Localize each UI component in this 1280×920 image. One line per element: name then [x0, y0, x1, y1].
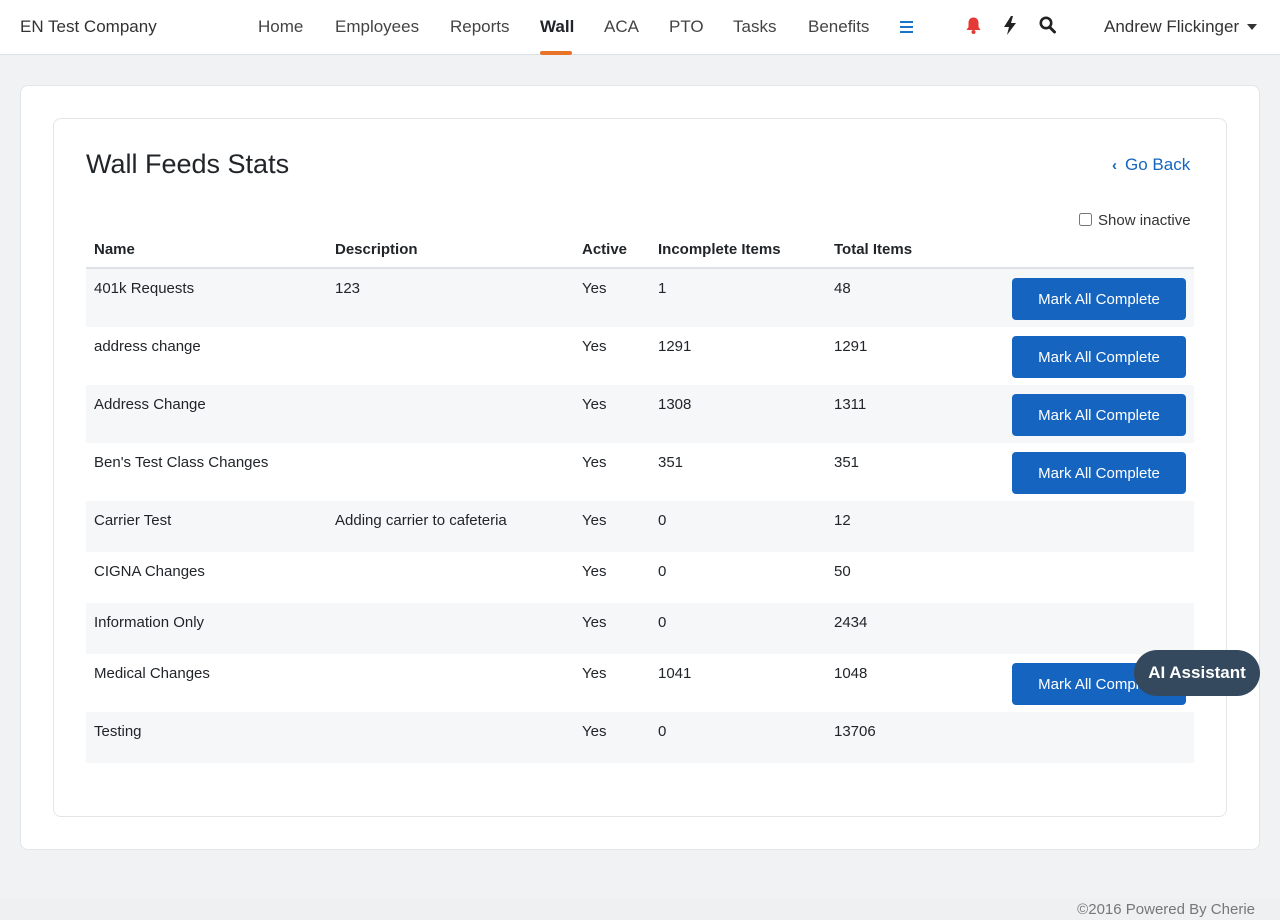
ai-assistant-button[interactable]: AI Assistant [1134, 650, 1260, 696]
cell-name: CIGNA Changes [94, 563, 205, 580]
table-row: Information Only Yes 0 2434 [86, 603, 1194, 654]
cell-name: address change [94, 338, 201, 355]
cell-incomplete-items: 0 [658, 563, 667, 580]
footer: ©2016 Powered By Cherie [0, 898, 1280, 920]
cell-total-items: 1291 [834, 338, 868, 355]
nav-tasks[interactable]: Tasks [733, 17, 776, 37]
column-header-description[interactable]: Description [335, 241, 418, 258]
cell-total-items: 351 [834, 454, 860, 471]
cell-active: Yes [582, 512, 607, 529]
cell-active: Yes [582, 280, 607, 297]
nav-pto[interactable]: PTO [669, 17, 704, 37]
page-title: Wall Feeds Stats [86, 149, 290, 179]
cell-incomplete-items: 0 [658, 512, 667, 529]
chevron-left-icon: ‹ [1112, 157, 1117, 174]
cell-incomplete-items: 1 [658, 280, 667, 297]
cell-total-items: 1311 [834, 396, 867, 413]
nav-employees[interactable]: Employees [335, 17, 419, 37]
cell-name: Ben's Test Class Changes [94, 454, 269, 471]
footer-copyright: ©2016 Powered By Cherie [1077, 901, 1255, 918]
cell-name: 401k Requests [94, 280, 195, 297]
cell-incomplete-items: 1291 [658, 338, 692, 355]
mark-all-complete-button[interactable]: Mark All Complete [1012, 278, 1186, 320]
cell-total-items: 2434 [834, 614, 868, 631]
column-header-incomplete-items[interactable]: Incomplete Items [658, 241, 781, 258]
active-nav-indicator [540, 51, 572, 55]
column-header-total-items[interactable]: Total Items [834, 241, 912, 258]
cell-incomplete-items: 1308 [658, 396, 692, 413]
table-row: Address Change Yes 1308 1311 Mark All Comple… [86, 385, 1194, 443]
table-row: address change Yes 1291 1291 Mark All Comple… [86, 327, 1194, 385]
cell-active: Yes [582, 338, 607, 355]
wall-feeds-table: Name Description Active Incomplete Items… [86, 232, 1194, 763]
table-header: Name Description Active Incomplete Items… [86, 232, 1194, 269]
show-inactive-toggle[interactable]: Show inactive [1079, 212, 1191, 229]
nav-home[interactable]: Home [258, 17, 303, 37]
cell-active: Yes [582, 396, 607, 413]
table-row: Testing Yes 0 13706 [86, 712, 1194, 763]
nav-benefits[interactable]: Benefits [808, 17, 869, 37]
cell-incomplete-items: 0 [658, 614, 667, 631]
cell-active: Yes [582, 454, 607, 471]
show-inactive-label: Show inactive [1098, 212, 1191, 229]
cell-name: Medical Changes [94, 665, 210, 682]
user-menu[interactable]: Andrew Flickinger [1104, 17, 1239, 37]
nav-aca[interactable]: ACA [604, 17, 639, 37]
column-header-active[interactable]: Active [582, 241, 627, 258]
cell-name: Carrier Test [94, 512, 172, 529]
bell-icon[interactable] [965, 16, 982, 40]
table-row: Carrier Test Adding carrier to cafeteria Y… [86, 501, 1194, 552]
cell-active: Yes [582, 563, 607, 580]
cell-description: 123 [335, 280, 361, 297]
table-body: 401k Requests 123 Yes 1 48 Mark All Complete a… [86, 269, 1194, 763]
show-inactive-checkbox[interactable] [1079, 213, 1092, 226]
menu-icon[interactable] [900, 21, 913, 33]
cell-incomplete-items: 0 [658, 723, 667, 740]
cell-total-items: 12 [834, 512, 851, 529]
top-navbar: EN Test Company Home Employees Reports W… [0, 0, 1280, 55]
cell-active: Yes [582, 723, 607, 740]
nav-reports[interactable]: Reports [450, 17, 510, 37]
cell-total-items: 13706 [834, 723, 876, 740]
cell-active: Yes [582, 614, 607, 631]
cell-description: Adding carrier to cafeteria [335, 512, 507, 529]
cell-total-items: 50 [834, 563, 851, 580]
cell-incomplete-items: 1041 [658, 665, 692, 682]
mark-all-complete-button[interactable]: Mark All Complete [1012, 452, 1186, 494]
cell-incomplete-items: 351 [658, 454, 684, 471]
search-icon[interactable] [1039, 16, 1056, 39]
mark-all-complete-button[interactable]: Mark All Complete [1012, 336, 1186, 378]
cell-name: Address Change [94, 396, 206, 413]
table-row: 401k Requests 123 Yes 1 48 Mark All Complete [86, 269, 1194, 327]
mark-all-complete-button[interactable]: Mark All Complete [1012, 394, 1186, 436]
chevron-down-icon[interactable] [1247, 24, 1257, 30]
cell-total-items: 48 [834, 280, 851, 297]
bolt-icon[interactable] [1003, 16, 1017, 40]
column-header-name[interactable]: Name [94, 241, 135, 258]
cell-active: Yes [582, 665, 607, 682]
cell-name: Testing [94, 723, 142, 740]
table-row: Ben's Test Class Changes Yes 351 351 Mark Al… [86, 443, 1194, 501]
go-back-link[interactable]: ‹ Go Back [1112, 155, 1190, 175]
nav-wall[interactable]: Wall [540, 17, 574, 37]
cell-total-items: 1048 [834, 665, 868, 682]
table-row: CIGNA Changes Yes 0 50 [86, 552, 1194, 603]
table-row: Medical Changes Yes 1041 1048 Mark All Compl… [86, 654, 1194, 712]
company-name[interactable]: EN Test Company [20, 17, 157, 37]
go-back-label: Go Back [1125, 155, 1191, 174]
cell-name: Information Only [94, 614, 205, 631]
